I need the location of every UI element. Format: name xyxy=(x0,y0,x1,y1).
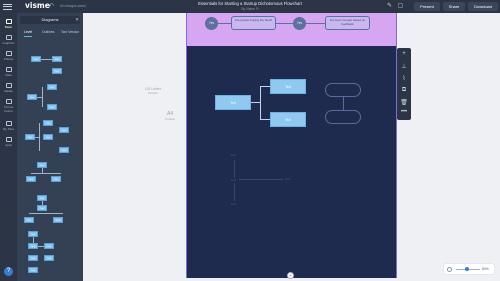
ghost-label: Text xyxy=(231,202,237,206)
tab-outlines[interactable]: Outlines xyxy=(42,28,54,36)
flow-oval-1[interactable] xyxy=(325,83,361,97)
rail-item-photos[interactable]: Photos xyxy=(0,51,17,61)
flowchart-board[interactable]: Yes Are people buying the idea? Yes Impr… xyxy=(186,13,397,278)
thumb-node: Text xyxy=(43,120,53,126)
thumb-node: Text xyxy=(59,127,69,133)
board-top-band: Yes Are people buying the idea? Yes Impr… xyxy=(187,13,396,46)
zoom-control: 80% xyxy=(444,264,494,274)
thumb-node: Text xyxy=(47,104,57,110)
copy-icon[interactable]: ⧉ xyxy=(397,87,411,94)
top-bar: visme ↶ All changes saved Essentials for… xyxy=(0,0,500,13)
thumb-node: Text xyxy=(28,267,38,273)
ghost-label: Text xyxy=(231,178,237,182)
graphics-icon xyxy=(5,35,12,40)
rail-item-my-files[interactable]: My Files xyxy=(0,121,17,131)
thumb-node: Text xyxy=(26,176,36,182)
tab-level[interactable]: Level xyxy=(24,28,33,37)
thumb-node: Text xyxy=(24,217,34,223)
document-title[interactable]: Essentials for Starting a Startup Dichot… xyxy=(165,1,335,6)
trash-icon[interactable]: 🗑 xyxy=(397,99,411,106)
improve-concept-box[interactable]: Improve concept based on feedback xyxy=(325,16,370,30)
my-files-icon xyxy=(5,121,12,126)
rail-item-apps[interactable]: Apps xyxy=(0,137,17,147)
thumb-node: Text xyxy=(31,56,41,62)
thumb-node: Text xyxy=(59,147,69,153)
thumb-node: Text xyxy=(53,217,63,223)
photos-icon xyxy=(5,51,12,56)
document-subtitle: By Visme Fl xyxy=(241,7,259,11)
ghost-label: Text xyxy=(285,177,291,181)
thumb-node: Text xyxy=(28,243,38,249)
edit-icon[interactable]: ✎ xyxy=(386,3,393,10)
thumb-node: Text xyxy=(25,134,35,140)
diagram-thumbnail[interactable]: Text Text Text xyxy=(23,53,77,75)
thumb-node: Text xyxy=(47,84,57,90)
yes-circle[interactable]: Yes xyxy=(205,17,218,30)
element-toolbar: + ⊥ ⌇ ⧉ 🗑 ••• xyxy=(397,48,411,120)
flow-child-box-1[interactable]: Text xyxy=(270,79,306,94)
diagram-thumbnail[interactable]: Text Text Text xyxy=(23,83,77,111)
tab-two-vendor[interactable]: Two Vendor xyxy=(61,28,79,36)
zoom-slider-handle[interactable] xyxy=(464,267,469,271)
more-icon[interactable]: ••• xyxy=(397,109,411,115)
diagrams-panel: Diagrams ✕ Level Outlines Two Vendor Tex… xyxy=(17,13,83,281)
thumb-node: Text xyxy=(52,68,62,74)
page-format-label[interactable]: US Letter Portrait xyxy=(141,87,165,95)
thumb-node: Text xyxy=(28,255,38,261)
thumb-node: Text xyxy=(51,176,61,182)
preview-icon[interactable]: ▢ xyxy=(397,3,404,10)
left-rail: Basic Graphics Photos Data Media Theme C… xyxy=(0,13,17,281)
rail-item-data[interactable]: Data xyxy=(0,67,17,77)
yes-circle[interactable]: Yes xyxy=(293,17,306,30)
zoom-value: 80% xyxy=(482,267,489,271)
ghost-label: Text xyxy=(231,153,237,157)
download-button[interactable]: Download xyxy=(468,2,498,11)
diagram-thumbnail[interactable]: Text Text Text Text Text xyxy=(23,119,77,155)
zoom-icon[interactable] xyxy=(447,266,452,272)
theme-colors-icon xyxy=(5,99,12,104)
thumb-node: Text xyxy=(43,134,53,140)
thumb-node: Text xyxy=(44,243,54,249)
save-status: All changes saved xyxy=(60,4,86,8)
flow-child-box-2[interactable]: Text xyxy=(270,112,306,127)
close-icon[interactable]: ✕ xyxy=(75,16,79,24)
add-page-button[interactable]: + xyxy=(287,272,294,279)
thumb-node: Text xyxy=(27,94,37,100)
data-icon xyxy=(5,67,12,72)
help-button[interactable]: ? xyxy=(4,267,13,276)
present-button[interactable]: Present xyxy=(414,2,440,11)
panel-title: Diagrams xyxy=(41,17,59,22)
thumb-node: Text xyxy=(44,255,54,261)
flow-oval-2[interactable] xyxy=(325,110,361,124)
panel-tabs: Level Outlines Two Vendor xyxy=(20,28,80,38)
flow-root-box[interactable]: Text xyxy=(215,95,251,110)
align-icon[interactable]: ⊥ xyxy=(397,63,411,70)
rail-item-basic[interactable]: Basic xyxy=(0,19,17,29)
hamburger-menu-icon[interactable] xyxy=(3,2,12,11)
page-size-label[interactable]: A4 Portrait xyxy=(160,111,180,121)
visme-logo[interactable]: visme xyxy=(25,1,50,10)
undo-icon[interactable]: ↶ xyxy=(48,2,54,10)
link-icon[interactable]: ⌇ xyxy=(397,75,411,82)
diagram-thumbnail[interactable]: Text Text Text Text Text Text xyxy=(23,231,77,275)
share-button[interactable]: Share xyxy=(443,2,465,11)
diagram-thumbnail[interactable]: Text Text Text Text xyxy=(23,195,77,227)
rail-item-graphics[interactable]: Graphics xyxy=(0,35,17,45)
apps-icon xyxy=(5,137,12,142)
media-icon xyxy=(5,83,12,88)
add-icon[interactable]: + xyxy=(397,51,411,57)
diagram-thumbnail[interactable]: Text Text Text xyxy=(23,161,77,191)
question-box[interactable]: Are people buying the idea? xyxy=(231,16,276,30)
rail-item-theme-colors[interactable]: Theme Colors xyxy=(0,99,17,113)
rail-item-media[interactable]: Media xyxy=(0,83,17,93)
thumb-node: Text xyxy=(37,205,47,211)
thumb-node: Text xyxy=(52,56,62,62)
basic-icon xyxy=(5,19,12,24)
